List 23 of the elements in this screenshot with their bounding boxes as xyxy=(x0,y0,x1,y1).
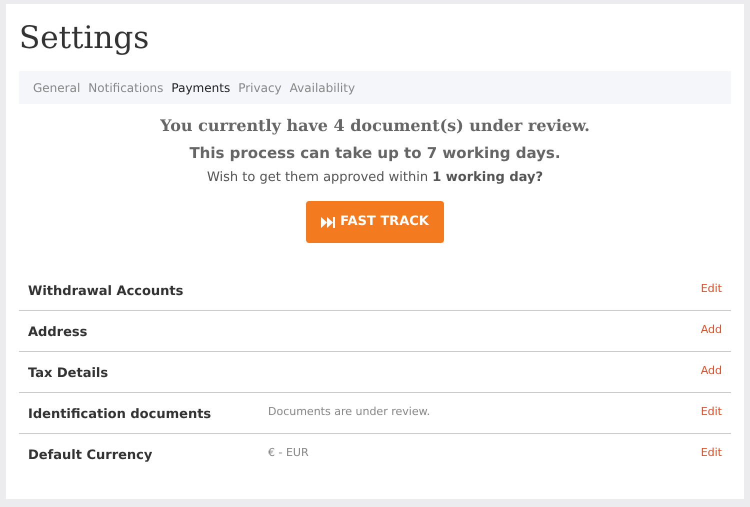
tab[interactable]: Notifications xyxy=(88,78,164,96)
fast-track-question: Wish to get them approved within 1 working day? xyxy=(206,169,544,187)
row-action-link[interactable]: Edit xyxy=(700,281,722,297)
row-label: Identification documents xyxy=(28,406,212,424)
tab[interactable]: Availability xyxy=(290,78,356,96)
row-action-link[interactable]: Edit xyxy=(700,445,722,461)
row-action-link[interactable]: Add xyxy=(700,322,722,338)
row-action-link[interactable]: Add xyxy=(700,363,722,379)
fast-track-button[interactable]: FAST TRACK xyxy=(306,201,444,243)
tab[interactable]: General xyxy=(33,78,80,96)
row-value: Documents are under review. xyxy=(268,404,430,420)
row-value: € - EUR xyxy=(268,445,309,461)
row-label: Tax Details xyxy=(28,365,110,383)
page-title: Settings xyxy=(19,19,150,58)
review-headline: You currently have 4 document(s) under review. xyxy=(160,115,590,137)
review-subline: This process can take up to 7 working days. xyxy=(189,143,561,164)
row-label: Withdrawal Accounts xyxy=(28,283,184,301)
row-label: Address xyxy=(28,324,88,342)
fast-forward-icon xyxy=(321,216,336,228)
row-action-link[interactable]: Edit xyxy=(700,404,722,420)
tab[interactable]: Payments xyxy=(171,78,230,96)
tab[interactable]: Privacy xyxy=(238,78,282,96)
row-label: Default Currency xyxy=(28,447,154,465)
